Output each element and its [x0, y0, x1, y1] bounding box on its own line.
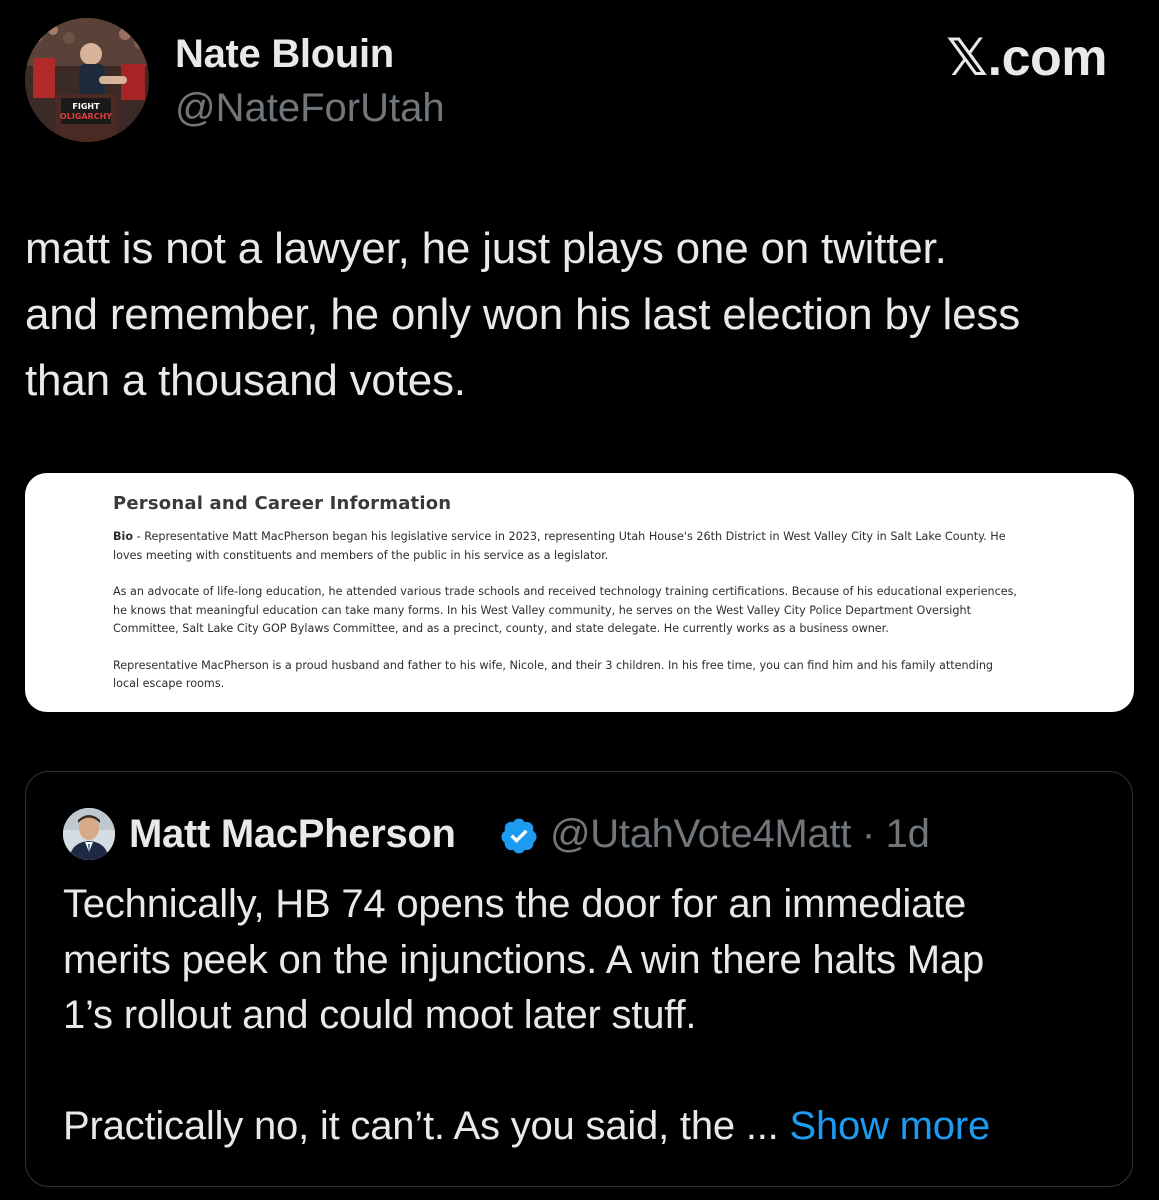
author-name[interactable]: Nate Blouin	[175, 32, 394, 77]
attached-image[interactable]: Personal and Career Information Bio - Re…	[25, 473, 1134, 712]
quoted-text-line: 1’s rollout and could moot later stuff.	[63, 993, 697, 1037]
quoted-author-handle[interactable]: @UtahVote4Matt · 1d	[550, 812, 930, 857]
document-line: he knows that meaningful education can t…	[113, 603, 971, 617]
avatar-sign-line-1: FIGHT	[72, 102, 100, 111]
quoted-text-truncated-line: Practically no, it can’t. As you said, t…	[63, 1099, 1113, 1155]
quoted-text-line: Technically, HB 74 opens the door for an…	[63, 882, 967, 926]
document-line: Committee, Salt Lake City GOP Bylaws Com…	[113, 622, 889, 635]
document-heading: Personal and Career Information	[113, 493, 452, 514]
avatar-photo: FIGHT OLIGARCHY	[25, 18, 149, 142]
document-line: loves meeting with constituents and memb…	[113, 548, 609, 562]
author-avatar[interactable]: FIGHT OLIGARCHY	[25, 18, 149, 142]
tweet-text-line: matt is not a lawyer, he just plays one …	[25, 224, 947, 273]
tweet-text-line: than a thousand votes.	[25, 356, 466, 405]
author-handle[interactable]: @NateForUtah	[175, 86, 445, 131]
show-more-link[interactable]: Show more	[790, 1104, 991, 1148]
x-logo-letter: 𝕏	[946, 28, 988, 88]
quoted-text-truncated: Practically no, it can’t. As you said, t…	[63, 1104, 790, 1148]
tweet-text-line: and remember, he only won his last elect…	[25, 290, 1020, 339]
avatar-sign-line-2: OLIGARCHY	[60, 112, 112, 121]
quoted-text-line: merits peek on the injunctions. A win th…	[63, 937, 985, 982]
quoted-avatar-photo	[63, 808, 115, 860]
bio-paragraph: Bio - Representative Matt MacPherson beg…	[113, 528, 1053, 565]
verified-badge-icon	[501, 818, 537, 854]
bio-text: - Representative Matt MacPherson began h…	[133, 530, 1006, 543]
quoted-tweet-body: Technically, HB 74 opens the door for an…	[63, 877, 1113, 1155]
x-logo-suffix: .com	[987, 29, 1108, 87]
document-body: Bio - Representative Matt MacPherson beg…	[113, 528, 1053, 712]
quoted-tweet[interactable]: Matt MacPherson @UtahVote4Matt · 1d Tech…	[25, 771, 1133, 1187]
x-logo-icon: 𝕏.com	[946, 28, 1107, 88]
bio-label: Bio	[113, 530, 134, 543]
quoted-author-avatar[interactable]	[63, 808, 115, 860]
document-line: As an advocate of life-long education, h…	[113, 585, 1017, 598]
document-line: Bio - Representative Matt MacPherson beg…	[113, 528, 1053, 547]
family-paragraph: Representative MacPherson is a proud hus…	[113, 657, 1053, 694]
quoted-author-name[interactable]: Matt MacPherson	[129, 812, 456, 857]
document-line: Representative MacPherson is a proud hus…	[113, 658, 994, 672]
tweet-header: FIGHT OLIGARCHY Nate Blouin @NateForUtah…	[25, 18, 1119, 148]
education-paragraph: As an advocate of life-long education, h…	[113, 583, 1053, 639]
document-line: local escape rooms.	[113, 677, 225, 690]
tweet-body: matt is not a lawyer, he just plays one …	[25, 216, 1145, 414]
